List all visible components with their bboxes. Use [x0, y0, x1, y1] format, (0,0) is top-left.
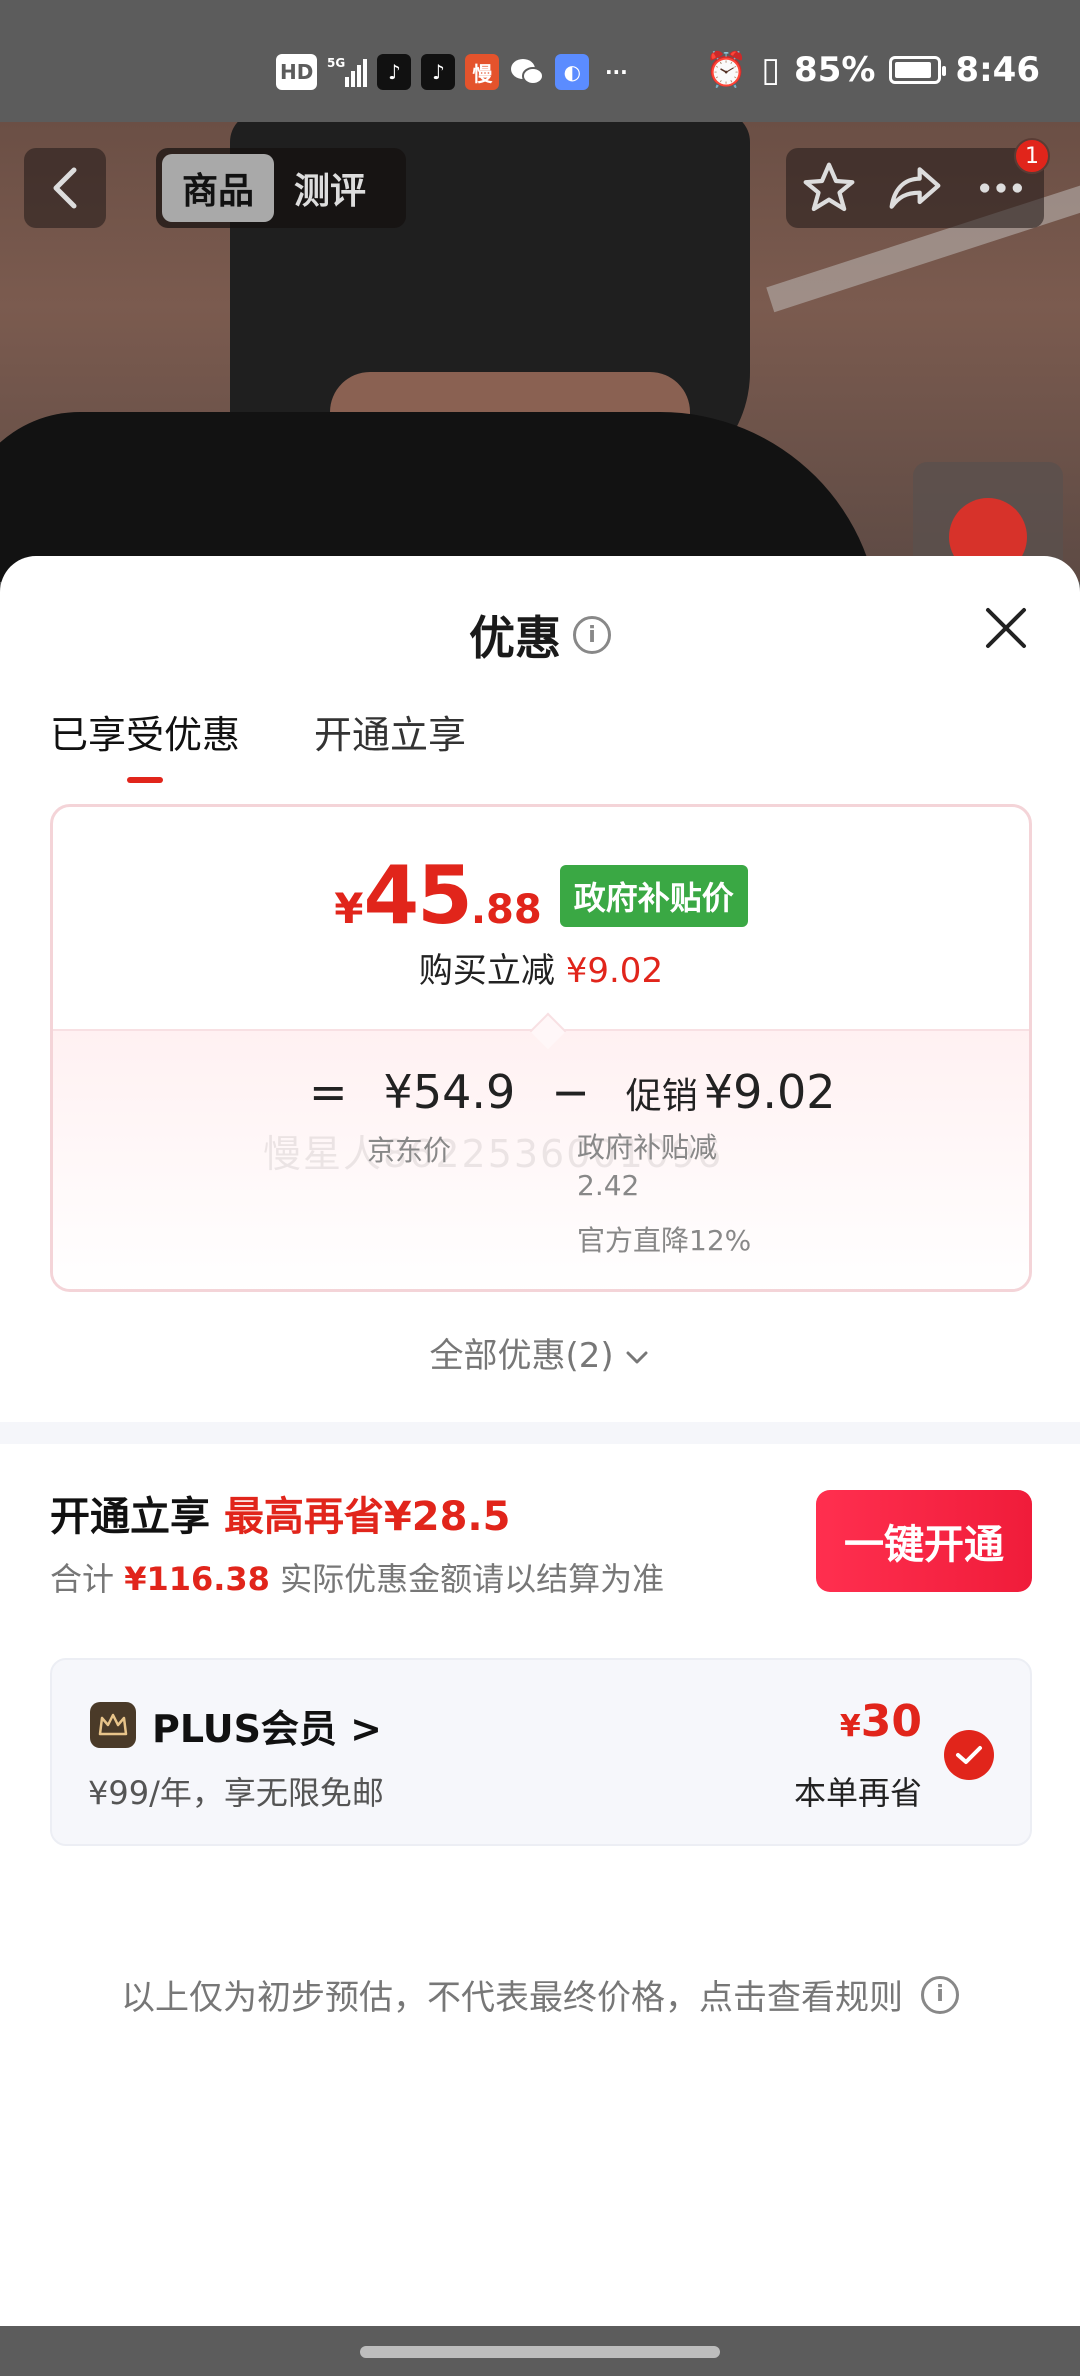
battery-icon	[889, 56, 947, 84]
plus-description: ¥99/年，享无限免邮	[88, 1774, 384, 1812]
instant-reduction: 购买立减 ¥9.02	[53, 943, 1029, 992]
plus-save-label: 本单再省	[793, 1774, 922, 1812]
vibrate-icon: ▯	[761, 50, 781, 90]
more-dots-icon: ···	[604, 60, 628, 84]
one-click-open-button[interactable]: 一键开通	[816, 1490, 1032, 1592]
home-indicator[interactable]	[360, 2346, 720, 2358]
info-icon[interactable]: i	[573, 616, 611, 654]
total-value: ¥116.38	[124, 1560, 270, 1598]
jd-price-label: 京东价	[367, 1134, 452, 1167]
manxing-app-icon: 慢	[465, 54, 500, 90]
chevron-left-icon	[53, 167, 77, 209]
svg-text:5G: 5G	[327, 56, 345, 70]
price-breakdown-card: ¥ 45 .88 政府补贴价 购买立减 ¥9.02 慢星人86225360010…	[50, 804, 1032, 1292]
total-prefix: 合计	[50, 1560, 115, 1598]
tiktok-icon: ♪	[377, 54, 412, 90]
tiktok-icon: ♪	[421, 54, 456, 90]
crown-icon	[90, 1702, 136, 1748]
promo-value: ¥9.02	[703, 1065, 836, 1119]
gesture-bar	[0, 2326, 1080, 2376]
plus-member-link[interactable]: PLUS会员 >	[152, 1698, 382, 1753]
final-price: ¥ 45 .88 政府补贴价	[53, 849, 1029, 942]
tab-enjoyed-offers[interactable]: 已享受优惠	[50, 704, 240, 783]
currency-symbol: ¥	[334, 884, 364, 933]
max-saving: 最高再省¥28.5	[223, 1494, 511, 1540]
save-currency: ¥	[839, 1709, 861, 1744]
plus-membership-card[interactable]: PLUS会员 > ¥99/年，享无限免邮 ¥30 本单再省	[50, 1658, 1032, 1846]
segment-control: 商品 测评	[156, 148, 406, 228]
star-icon[interactable]	[801, 160, 857, 216]
rules-info-icon[interactable]: i	[921, 1975, 959, 2014]
promo-label: 促销	[625, 1076, 698, 1117]
status-right: ⏰ ▯ 85% 8:46	[705, 50, 1040, 90]
section-divider	[0, 1422, 1080, 1444]
browser-icon: ◐	[555, 54, 590, 90]
all-offers-label: 全部优惠(2)	[429, 1336, 614, 1376]
notification-badge: 1	[1014, 138, 1050, 174]
gov-subsidy-label: 政府补贴减	[577, 1131, 718, 1164]
open-section-title: 开通立享 最高再省¥28.5	[50, 1484, 510, 1542]
wechat-icon	[509, 54, 545, 90]
gov-subsidy-detail: 政府补贴减 2.42	[577, 1129, 717, 1205]
price-integer: 45	[363, 849, 473, 942]
plus-save-amount: ¥30	[840, 1696, 922, 1747]
price-calculation: 慢星人8622536001096 = ¥54.9 − 促销 ¥9.02 京东价 …	[53, 1029, 1029, 1289]
battery-percent: 85%	[794, 50, 876, 90]
back-button[interactable]	[24, 148, 106, 228]
hd-icon: HD	[276, 54, 318, 90]
offers-sheet: 优惠 i 已享受优惠 开通立享 ¥ 45 .88 政府补贴价 购买立减 ¥9.0…	[0, 556, 1080, 2326]
status-bar: HD 5G ♪ ♪ 慢 ◐ ··· ⏰ ▯ 85% 8:46	[0, 0, 1080, 122]
checkmark-icon[interactable]	[944, 1730, 994, 1780]
offer-tabs: 已享受优惠 开通立享	[50, 704, 466, 783]
tab-product[interactable]: 商品	[162, 154, 275, 222]
chevron-down-icon	[626, 1351, 648, 1364]
reduce-label: 购买立减	[418, 951, 555, 991]
price-decimal: .88	[470, 887, 542, 933]
gov-subsidy-value: 2.42	[577, 1169, 640, 1202]
total-line: 合计 ¥116.38 实际优惠金额请以结算为准	[50, 1554, 664, 1600]
share-icon[interactable]	[887, 160, 943, 216]
save-value: 30	[860, 1696, 922, 1747]
disclaimer-text: 以上仅为初步预估，不代表最终价格，点击查看规则	[121, 1978, 903, 2018]
top-actions: 1	[786, 138, 1050, 228]
sheet-header: 优惠 i	[0, 602, 1080, 668]
5g-signal-icon: 5G	[327, 54, 368, 90]
disclaimer[interactable]: 以上仅为初步预估，不代表最终价格，点击查看规则 i	[0, 1970, 1080, 2019]
clock: 8:46	[955, 50, 1040, 90]
open-title-label: 开通立享	[50, 1494, 210, 1540]
tab-review[interactable]: 测评	[274, 154, 386, 222]
all-offers-toggle[interactable]: 全部优惠(2)	[0, 1328, 1080, 1377]
jd-price: ¥54.9	[383, 1065, 516, 1119]
official-drop: 官方直降12%	[577, 1224, 752, 1257]
tab-open-to-enjoy[interactable]: 开通立享	[314, 704, 466, 783]
notification-icons: HD 5G ♪ ♪ 慢 ◐ ···	[276, 54, 633, 90]
close-icon[interactable]	[976, 598, 1036, 658]
total-note: 实际优惠金额请以结算为准	[280, 1560, 665, 1598]
minus-sign: −	[551, 1065, 590, 1119]
alarm-icon: ⏰	[704, 50, 748, 90]
gov-subsidy-tag: 政府补贴价	[559, 864, 748, 927]
reduce-value: ¥9.02	[565, 951, 664, 991]
sheet-title: 优惠	[469, 611, 561, 665]
calc-row: = ¥54.9 − 促销 ¥9.02	[309, 1065, 836, 1119]
equals-sign: =	[309, 1065, 348, 1119]
